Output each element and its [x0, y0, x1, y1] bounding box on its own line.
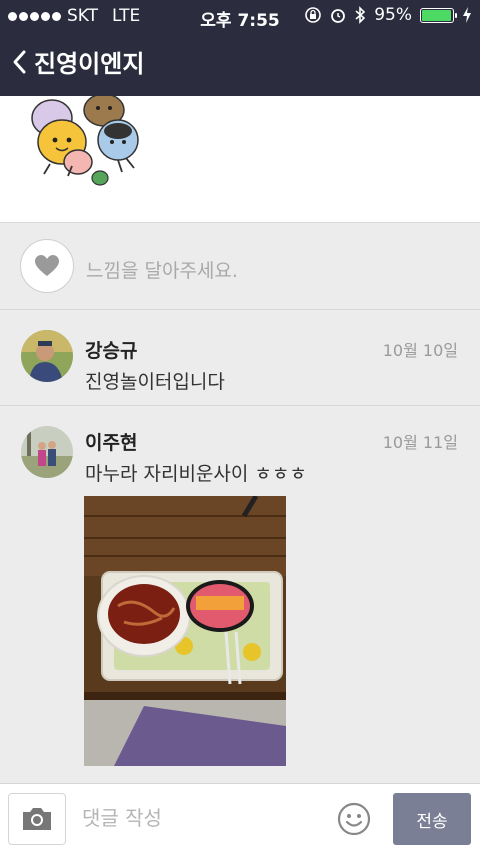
avatar-photo: [21, 426, 73, 478]
post-content: 느낌을 달아주세요. 강승규 10월 10일 진영놀이터입니다 이주현 10월 …: [0, 96, 480, 783]
page-title: 진영이엔지: [34, 50, 145, 78]
chevron-left-icon: [13, 50, 26, 73]
character-sticker-image: [31, 96, 139, 186]
comment-date: 10월 11일: [382, 433, 458, 452]
comment-text: 진영놀이터입니다: [85, 371, 225, 393]
comment-input[interactable]: [82, 798, 322, 838]
like-row: 느낌을 달아주세요.: [0, 223, 480, 310]
heart-icon: [35, 255, 59, 276]
status-bar: SKT LTE 오후 7:55 95%: [0, 0, 480, 32]
comment-author[interactable]: 강승규: [85, 336, 137, 363]
battery-icon: [420, 7, 457, 23]
avatar[interactable]: [21, 426, 73, 478]
camera-button[interactable]: [8, 793, 66, 845]
charging-bolt-icon: [463, 7, 471, 23]
battery-percent: 95%: [374, 5, 412, 25]
like-button[interactable]: [20, 239, 74, 293]
comment-date: 10월 10일: [382, 341, 458, 360]
camera-icon: [23, 808, 51, 830]
emoji-icon[interactable]: [337, 802, 371, 836]
status-right: 95%: [304, 5, 472, 25]
bluetooth-icon: [355, 6, 366, 24]
avatar-photo: [21, 330, 73, 382]
avatar[interactable]: [21, 330, 73, 382]
comment-author[interactable]: 이주현: [85, 428, 137, 455]
comment-item: 이주현 10월 11일 마누라 자리비운사이 ㅎㅎㅎ: [0, 406, 480, 783]
alarm-icon: [331, 9, 346, 23]
post-body: [0, 96, 480, 223]
like-prompt: 느낌을 달아주세요.: [86, 260, 238, 282]
comment-item: 강승규 10월 10일 진영놀이터입니다: [0, 310, 480, 406]
back-button[interactable]: 진영이엔지: [10, 44, 144, 79]
comment-input-bar: 전송: [0, 783, 480, 853]
comment-photo-ramen[interactable]: [84, 496, 286, 766]
nav-bar: 진영이엔지: [0, 32, 480, 96]
comment-text: 마누라 자리비운사이 ㅎㅎㅎ: [85, 463, 307, 485]
rotation-lock-icon: [305, 7, 322, 23]
send-button[interactable]: 전송: [393, 793, 471, 845]
